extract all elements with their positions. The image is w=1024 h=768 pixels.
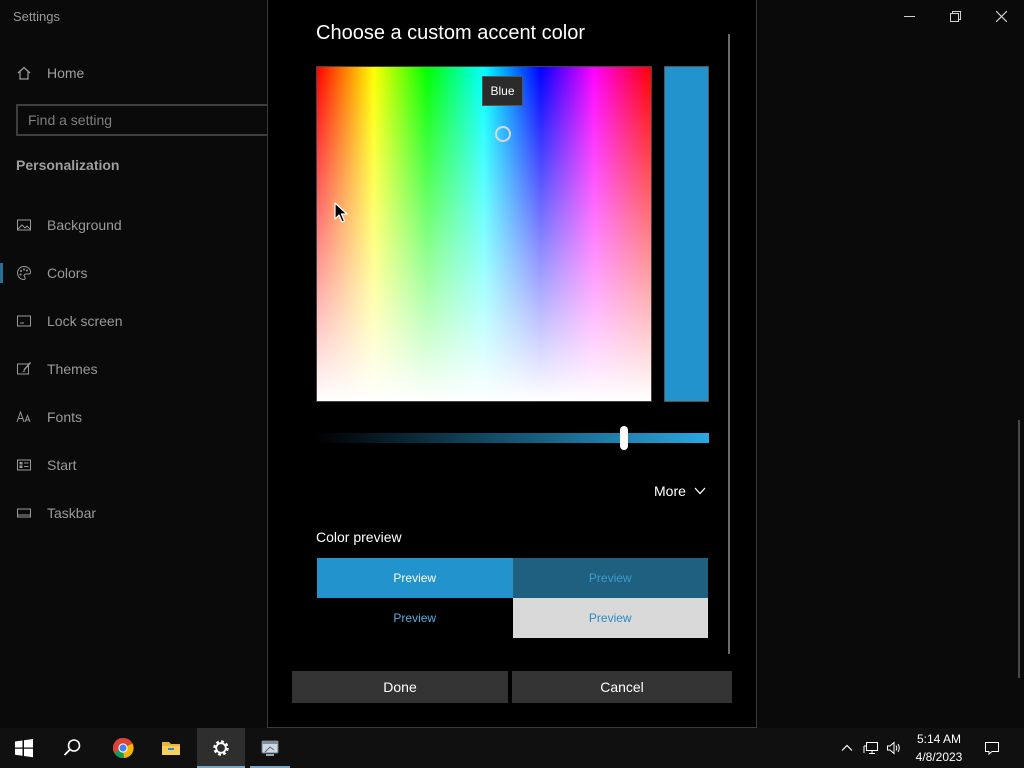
sidebar-item-taskbar[interactable]: Taskbar [0,495,268,531]
sidebar-item-label: Lock screen [47,313,123,329]
dialog-scrollbar[interactable] [728,34,730,654]
close-button[interactable] [978,0,1024,32]
palette-icon [16,265,32,281]
done-button[interactable]: Done [292,671,508,703]
network-button[interactable] [861,738,881,758]
minimize-icon [903,15,915,17]
brightness-slider-thumb[interactable] [620,426,629,450]
taskbar-icon [16,505,32,521]
color-name-tooltip: Blue [482,76,523,106]
gear-icon [213,740,229,756]
network-icon [863,742,878,754]
sidebar-item-colors[interactable]: Colors [0,255,268,291]
folder-icon [162,742,180,755]
sidebar-item-fonts[interactable]: Fonts [0,399,268,435]
chrome-taskbar-button[interactable] [99,728,147,768]
restore-icon [949,10,961,22]
preview-cell: Preview [512,598,708,638]
brightness-slider[interactable] [316,426,709,450]
sidebar-item-lock-screen[interactable]: Lock screen [0,303,268,339]
mouse-cursor-icon [334,202,348,223]
taskbar-search-button[interactable] [48,728,96,768]
color-spectrum[interactable]: Blue [316,66,652,402]
minimize-button[interactable] [886,0,932,32]
clock-time: 5:14 AM [916,732,962,746]
content-scrollbar[interactable] [1018,420,1020,678]
brightness-slider-track[interactable] [316,433,709,443]
sidebar-item-label: Fonts [47,409,83,425]
more-button[interactable]: More [654,481,706,501]
color-preview-heading: Color preview [316,529,402,545]
clock-date: 4/8/2023 [915,750,963,764]
chevron-down-icon [694,487,706,495]
show-hidden-icons-button[interactable] [837,738,857,758]
taskbar: 5:14 AM 4/8/2023 [0,728,1024,768]
custom-accent-color-dialog: Choose a custom accent color Blue More C… [267,0,757,728]
search-box[interactable] [16,104,286,136]
sidebar-item-label: Background [47,217,122,233]
file-explorer-taskbar-button[interactable] [147,728,195,768]
preview-cell: Preview [317,598,513,638]
sidebar-item-background[interactable]: Background [0,207,268,243]
preview-cell: Preview [317,558,513,598]
chrome-icon [112,737,134,759]
start-icon [16,457,32,473]
restore-button[interactable] [932,0,978,32]
settings-taskbar-button[interactable] [197,728,245,768]
notification-icon [985,742,999,756]
more-label: More [654,483,686,499]
app-taskbar-button[interactable] [246,728,294,768]
search-icon [63,739,81,756]
color-selector-ring[interactable] [495,126,511,142]
search-input[interactable] [28,112,284,128]
sidebar-item-label: Start [47,457,77,473]
sidebar-item-label: Taskbar [47,505,97,521]
themes-icon [16,361,32,377]
nav-home-label: Home [47,65,85,81]
close-icon [995,10,1007,22]
windows-icon [15,739,33,758]
action-center-button[interactable] [982,738,1002,758]
app-window-icon [261,740,279,756]
sidebar-item-themes[interactable]: Themes [0,351,268,387]
taskbar-clock[interactable]: 5:14 AM 4/8/2023 [907,730,971,766]
volume-icon [887,741,900,755]
app-title: Settings [13,9,60,24]
lock-screen-icon [16,313,32,329]
section-title: Personalization [16,157,120,173]
start-button[interactable] [0,728,48,768]
cancel-button[interactable]: Cancel [512,671,732,703]
sidebar-item-start[interactable]: Start [0,447,268,483]
chevron-up-icon [841,744,853,751]
sidebar-item-label: Colors [47,265,88,281]
image-icon [16,217,32,233]
selected-color-swatch [664,66,709,402]
sidebar-item-label: Themes [47,361,98,377]
nav-home[interactable]: Home [16,62,84,84]
home-icon [17,66,31,80]
preview-cell: Preview [512,558,708,598]
fonts-icon [16,409,32,425]
color-preview-grid: Preview Preview Preview Preview [317,558,708,638]
volume-button[interactable] [884,738,904,758]
dialog-title: Choose a custom accent color [316,22,586,44]
